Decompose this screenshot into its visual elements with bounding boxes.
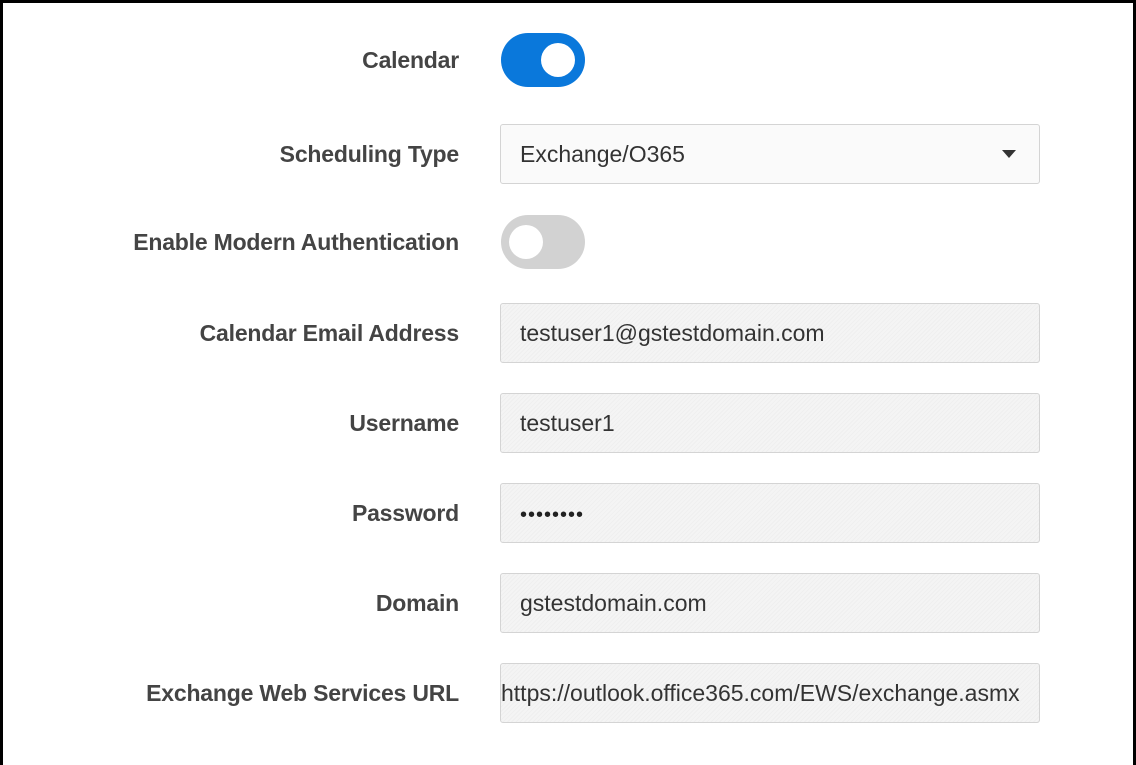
calendar-row: Calendar: [3, 30, 1136, 90]
username-value: testuser1: [520, 410, 615, 436]
domain-input[interactable]: gstestdomain.com: [500, 573, 1040, 633]
settings-panel: Calendar Scheduling Type Exchange/O365 E…: [0, 0, 1136, 765]
ews-url-input[interactable]: https://outlook.office365.com/EWS/exchan…: [500, 663, 1040, 723]
ews-url-row: Exchange Web Services URL https://outloo…: [3, 663, 1136, 723]
scheduling-type-select[interactable]: Exchange/O365: [500, 124, 1040, 184]
calendar-email-value: testuser1@gstestdomain.com: [520, 320, 825, 346]
password-label: Password: [351, 500, 459, 526]
calendar-email-input[interactable]: testuser1@gstestdomain.com: [500, 303, 1040, 363]
password-row: Password ••••••••: [3, 483, 1136, 543]
password-value: ••••••••: [520, 504, 585, 526]
calendar-label: Calendar: [362, 47, 459, 73]
modern-auth-toggle-knob: [509, 225, 543, 259]
ews-url-label: Exchange Web Services URL: [146, 680, 459, 706]
modern-auth-row: Enable Modern Authentication: [3, 212, 1136, 272]
username-input[interactable]: testuser1: [500, 393, 1040, 453]
username-label: Username: [349, 410, 459, 436]
calendar-email-label: Calendar Email Address: [199, 320, 460, 346]
ews-url-value: https://outlook.office365.com/EWS/exchan…: [501, 680, 1020, 706]
domain-label: Domain: [375, 590, 459, 616]
scheduling-type-label: Scheduling Type: [279, 141, 460, 167]
modern-auth-label: Enable Modern Authentication: [133, 229, 459, 255]
scheduling-type-value: Exchange/O365: [520, 141, 685, 167]
domain-row: Domain gstestdomain.com: [3, 573, 1136, 633]
calendar-toggle-knob: [541, 43, 575, 77]
username-row: Username testuser1: [3, 393, 1136, 453]
calendar-toggle[interactable]: [501, 33, 585, 87]
modern-auth-toggle[interactable]: [501, 215, 585, 269]
chevron-down-icon[interactable]: [1002, 150, 1016, 158]
domain-value: gstestdomain.com: [520, 590, 707, 616]
scheduling-type-row: Scheduling Type Exchange/O365: [3, 124, 1136, 184]
calendar-email-row: Calendar Email Address testuser1@gstestd…: [3, 303, 1136, 363]
password-input[interactable]: ••••••••: [500, 483, 1040, 543]
